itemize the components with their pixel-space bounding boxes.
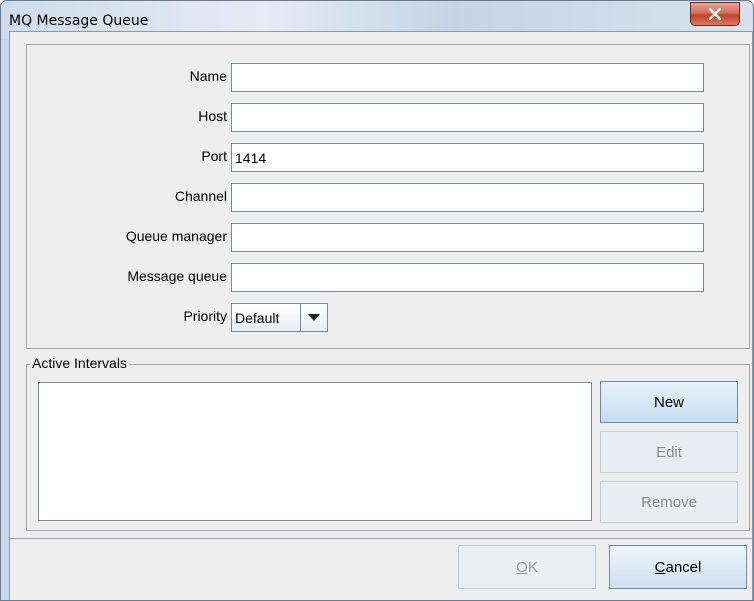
ok-mnemonic: O <box>516 558 528 576</box>
host-field[interactable] <box>231 103 704 132</box>
new-interval-button[interactable]: New <box>600 381 738 423</box>
ok-label-rest: K <box>527 558 538 576</box>
queue-manager-label: Queue manager <box>125 228 227 244</box>
active-intervals-group: Active Intervals New Edit Remove <box>26 355 750 531</box>
dialog-window: MQ Message Queue Name Host Port Channel … <box>0 0 754 601</box>
message-queue-field[interactable] <box>231 263 704 292</box>
active-intervals-legend: Active Intervals <box>30 355 129 371</box>
cancel-button[interactable]: Cancel <box>609 545 747 589</box>
host-label: Host <box>198 108 227 124</box>
dialog-content: Name Host Port Channel Queue manager Mes… <box>9 31 753 600</box>
port-label: Port <box>201 148 227 164</box>
connection-form: Name Host Port Channel Queue manager Mes… <box>26 44 750 349</box>
chevron-down-icon[interactable] <box>300 304 327 331</box>
priority-value: Default <box>235 310 280 326</box>
edit-interval-button[interactable]: Edit <box>600 431 738 473</box>
name-field[interactable] <box>231 63 704 92</box>
priority-dropdown[interactable]: Default <box>231 303 328 332</box>
close-button[interactable] <box>690 2 740 26</box>
window-title: MQ Message Queue <box>9 13 149 29</box>
port-field[interactable] <box>231 143 704 172</box>
priority-label: Priority <box>183 308 227 324</box>
intervals-list[interactable] <box>38 382 592 521</box>
cancel-label-rest: ancel <box>665 558 702 576</box>
channel-field[interactable] <box>231 183 704 212</box>
remove-interval-button[interactable]: Remove <box>600 481 738 523</box>
cancel-mnemonic: C <box>654 558 666 576</box>
name-label: Name <box>189 68 227 84</box>
queue-manager-field[interactable] <box>231 223 704 252</box>
footer-divider <box>10 538 752 539</box>
ok-button[interactable]: OK <box>458 545 596 589</box>
message-queue-label: Message queue <box>127 268 227 284</box>
channel-label: Channel <box>174 188 227 204</box>
close-icon <box>708 8 722 20</box>
